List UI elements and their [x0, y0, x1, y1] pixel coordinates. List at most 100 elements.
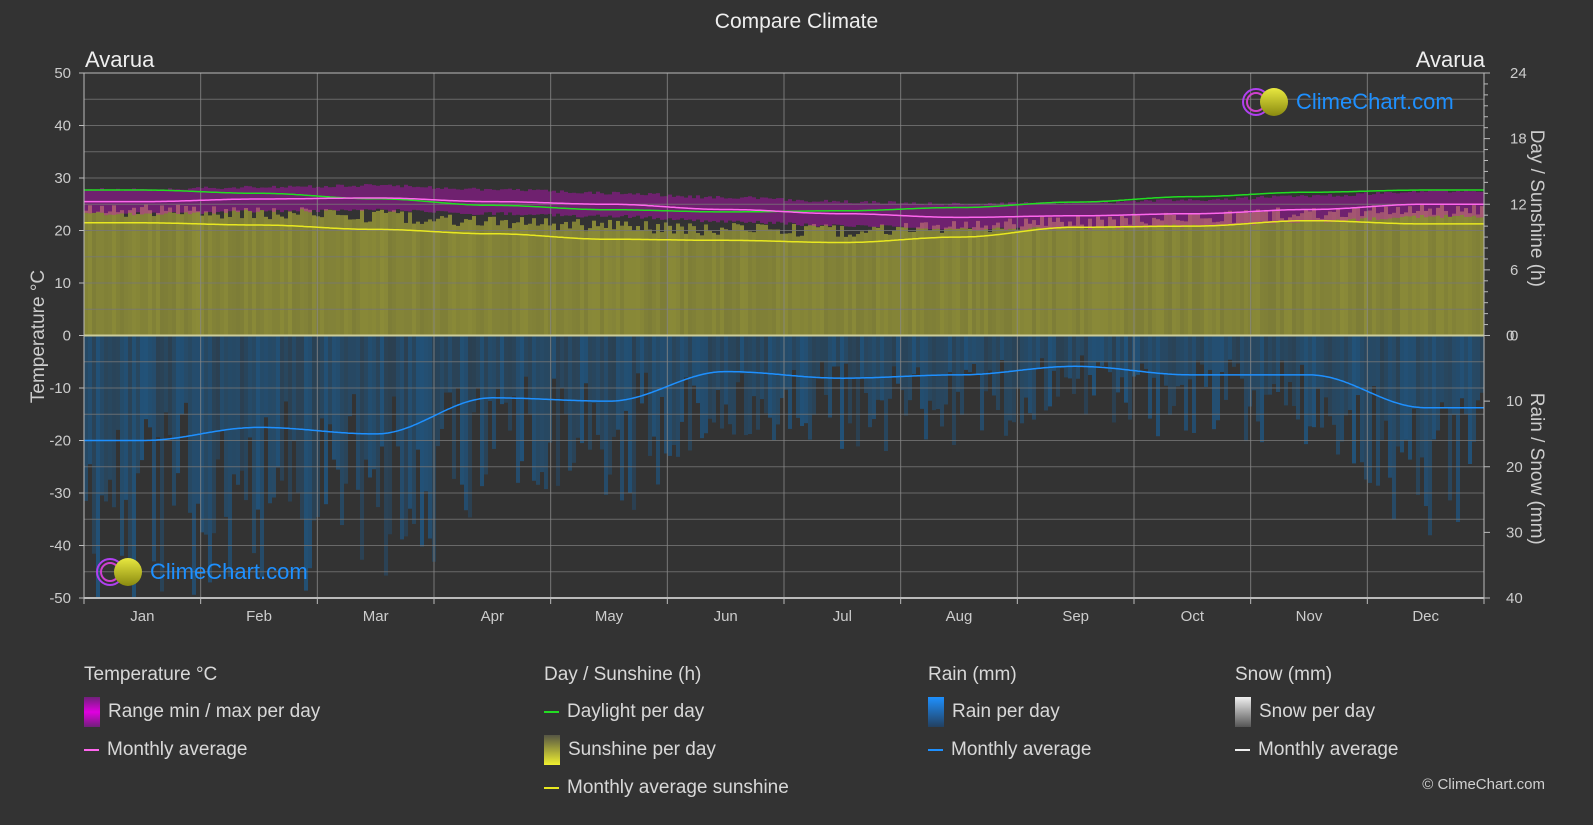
rain-day-bar [348, 335, 352, 417]
sunshine-day-bar [180, 214, 184, 336]
rain-day-bar [1008, 335, 1012, 421]
temp-range-bar [1272, 195, 1276, 224]
rain-day-bar [1084, 335, 1088, 415]
temp-range-bar [1016, 203, 1020, 228]
temp-range-bar [780, 198, 784, 223]
rain-day-bar [812, 335, 816, 415]
sunshine-day-bar [608, 219, 612, 336]
sunshine-day-bar [1300, 213, 1304, 336]
left-tick-label: -40 [49, 538, 71, 555]
rain-day-bar [604, 335, 608, 495]
rain-day-bar [124, 335, 128, 500]
temp-range-bar [1420, 191, 1424, 215]
x-tick-label: Mar [363, 608, 389, 625]
temp-range-bar [1096, 201, 1100, 228]
rain-day-bar [784, 335, 788, 390]
rain-day-bar [1020, 335, 1024, 424]
sunshine-day-bar [1092, 226, 1096, 336]
sunshine-day-bar [1368, 210, 1372, 336]
rain-day-bar [1092, 335, 1096, 396]
temp-range-bar [1284, 195, 1288, 222]
sunshine-day-bar [500, 220, 504, 336]
sunshine-day-bar [1412, 213, 1416, 336]
sunshine-day-bar [700, 235, 704, 336]
rain-day-bar [1348, 335, 1352, 410]
sunshine-day-bar [348, 219, 352, 336]
sunshine-day-bar [128, 210, 132, 336]
rain-day-bar [516, 335, 520, 483]
sunshine-day-bar [1440, 205, 1444, 336]
sunshine-day-bar [316, 216, 320, 336]
rain-day-bar [768, 335, 772, 418]
sunshine-day-bar [344, 215, 348, 336]
sunshine-day-bar [1480, 206, 1484, 336]
rain-day-bar [564, 335, 568, 414]
sunshine-day-bar [620, 225, 624, 336]
sunshine-day-bar [636, 226, 640, 336]
temp-range-bar [1076, 201, 1080, 227]
temp-range-bar [1236, 197, 1240, 225]
rain-day-bar [984, 335, 988, 392]
legend-item: Monthly average [928, 738, 1091, 762]
sunshine-day-bar [1348, 212, 1352, 336]
rain-day-bar [1416, 335, 1420, 495]
rain-day-bar [528, 335, 532, 414]
sunshine-day-bar [192, 206, 196, 336]
rain-day-bar [612, 335, 616, 437]
temp-range-bar [692, 198, 696, 222]
x-tick-label: Dec [1412, 608, 1439, 625]
rain-day-bar [1040, 335, 1044, 359]
sunshine-day-bar [1008, 218, 1012, 336]
legend-item: Daylight per day [544, 700, 789, 724]
sunshine-day-bar [924, 222, 928, 336]
temp-range-bar [1340, 196, 1344, 223]
rain-day-bar [1180, 335, 1184, 385]
sunshine-day-bar [1344, 216, 1348, 336]
rain-day-bar [1360, 335, 1364, 463]
rain-day-bar [388, 335, 392, 535]
rain-day-bar [336, 335, 340, 470]
rain-day-bar [1048, 335, 1052, 407]
rain-day-bar [324, 335, 328, 505]
sunshine-day-bar [1252, 211, 1256, 336]
temp-range-bar [576, 193, 580, 218]
x-tick-label: Jun [714, 608, 738, 625]
sunshine-day-bar [1000, 228, 1004, 336]
sunshine-day-bar [1168, 213, 1172, 336]
sunshine-day-bar [240, 218, 244, 336]
sunshine-day-bar [1196, 213, 1200, 336]
rain-day-bar [300, 335, 304, 520]
temp-range-bar [928, 202, 932, 230]
temp-range-bar [1428, 189, 1432, 217]
rain-day-bar [440, 335, 444, 429]
legend-label: Monthly average [951, 739, 1092, 760]
rain-day-bar [600, 335, 604, 450]
sunshine-day-bar [536, 225, 540, 336]
rain-day-bar [1264, 335, 1268, 395]
sunshine-day-bar [752, 232, 756, 336]
rain-day-bar [692, 335, 696, 386]
snow-avg-swatch-icon [1235, 749, 1250, 751]
sunshine-day-bar [580, 225, 584, 336]
rain-day-bar [684, 335, 688, 378]
rain-day-bar [780, 335, 784, 399]
rain-day-bar [668, 335, 672, 456]
rain-day-bar [484, 335, 488, 475]
rain-day-bar [696, 335, 700, 404]
right-top-axis-title: Day / Sunshine (h) [1526, 130, 1547, 287]
sunshine-day-bar [1228, 210, 1232, 336]
copyright: © ClimeChart.com [1422, 776, 1545, 793]
rain-day-bar [1216, 335, 1220, 421]
rain-day-bar [1120, 335, 1124, 378]
left-tick-label: 30 [54, 170, 71, 187]
sunshine-day-bar [496, 225, 500, 336]
rain-day-bar [616, 335, 620, 430]
sunshine-day-bar [1444, 211, 1448, 336]
rain-day-bar [1044, 335, 1048, 411]
rain-day-bar [732, 335, 736, 435]
rain-day-bar [1108, 335, 1112, 373]
right-bottom-tick-label: 30 [1506, 524, 1523, 541]
temp-range-bar [644, 195, 648, 218]
temp-range-bar [892, 201, 896, 227]
sunshine-day-bar [152, 216, 156, 336]
